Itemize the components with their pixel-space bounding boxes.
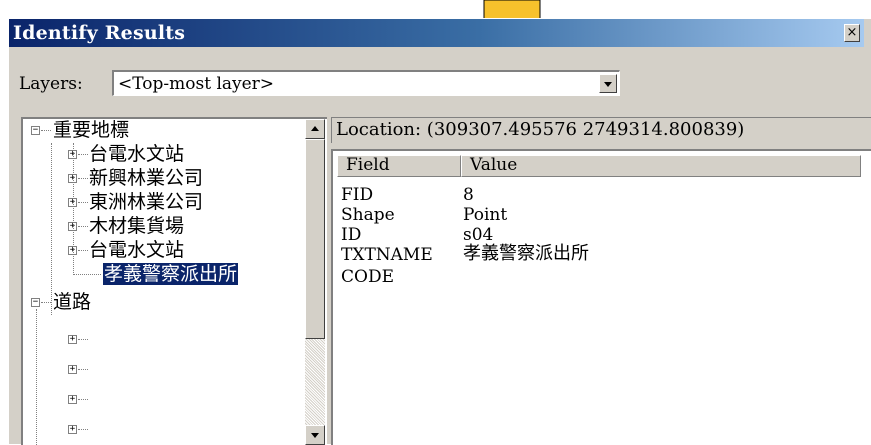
value-cell[interactable]: 8 [463,185,474,205]
tree-connector [51,143,52,315]
field-cell[interactable]: CODE [341,267,394,287]
field-cell[interactable]: FID [341,185,373,205]
expand-icon[interactable]: + [68,335,77,344]
layer-tree[interactable]: − 重要地標 + 台電水文站 + 新興林業公司 + 東洲林業公司 + 木材集貨場… [21,117,327,445]
value-cell[interactable]: Point [463,205,507,225]
window-title: Identify Results [13,22,186,44]
layers-selected-value: <Top-most layer> [118,74,275,94]
layers-dropdown[interactable]: <Top-most layer> [112,70,620,96]
collapse-icon[interactable]: − [31,126,40,135]
identify-results-window: Identify Results × Layers: <Top-most lay… [8,18,871,445]
expand-icon[interactable]: + [68,395,77,404]
tree-item[interactable]: 台電水文站 [89,143,184,165]
tree-connector [78,178,88,179]
tree-connector [41,302,51,303]
tree-item-selected[interactable]: 孝義警察派出所 [101,262,240,286]
scroll-down-icon[interactable] [305,425,325,445]
tree-item[interactable]: 台電水文站 [89,239,184,261]
results-list[interactable]: Field Value FID 8 Shape Point ID s04 TXT… [331,149,871,445]
value-cell[interactable]: s04 [463,225,493,245]
scroll-thumb[interactable] [305,139,325,339]
scroll-track[interactable] [305,339,325,425]
chevron-down-icon[interactable] [599,74,617,93]
tree-connector [78,250,88,251]
field-cell[interactable]: Shape [341,205,395,225]
column-header-value[interactable]: Value [461,155,861,177]
tree-item[interactable]: 新興林業公司 [89,167,203,189]
tree-connector [73,274,101,275]
collapse-icon[interactable]: − [31,298,40,307]
tree-connector [41,130,51,131]
expand-icon[interactable]: + [68,425,77,434]
title-bar[interactable]: Identify Results × [9,19,864,47]
expand-icon[interactable]: + [68,365,77,374]
scroll-up-icon[interactable] [305,119,325,139]
tree-item[interactable]: 東洲林業公司 [89,191,203,213]
tree-connector [78,226,88,227]
column-header-field[interactable]: Field [337,155,461,177]
tree-connector [73,143,74,275]
tree-connector [78,399,88,400]
tree-connector [78,429,88,430]
tree-connector [78,369,88,370]
tree-root-landmarks[interactable]: 重要地標 [53,119,129,141]
location-text: Location: (309307.495576 2749314.800839) [336,119,745,140]
close-button[interactable]: × [844,24,860,42]
field-cell[interactable]: ID [341,225,361,245]
tree-root-roads[interactable]: 道路 [53,291,91,313]
tree-connector [78,339,88,340]
location-bar: Location: (309307.495576 2749314.800839) [331,117,871,143]
layers-label: Layers: [19,74,83,94]
tree-scrollbar[interactable] [305,119,325,445]
tree-item[interactable]: 木材集貨場 [89,215,184,237]
tree-connector [78,202,88,203]
tree-connector [78,154,88,155]
value-cell[interactable]: 孝義警察派出所 [463,244,589,264]
field-cell[interactable]: TXTNAME [341,245,433,265]
tree-connector [36,309,37,445]
